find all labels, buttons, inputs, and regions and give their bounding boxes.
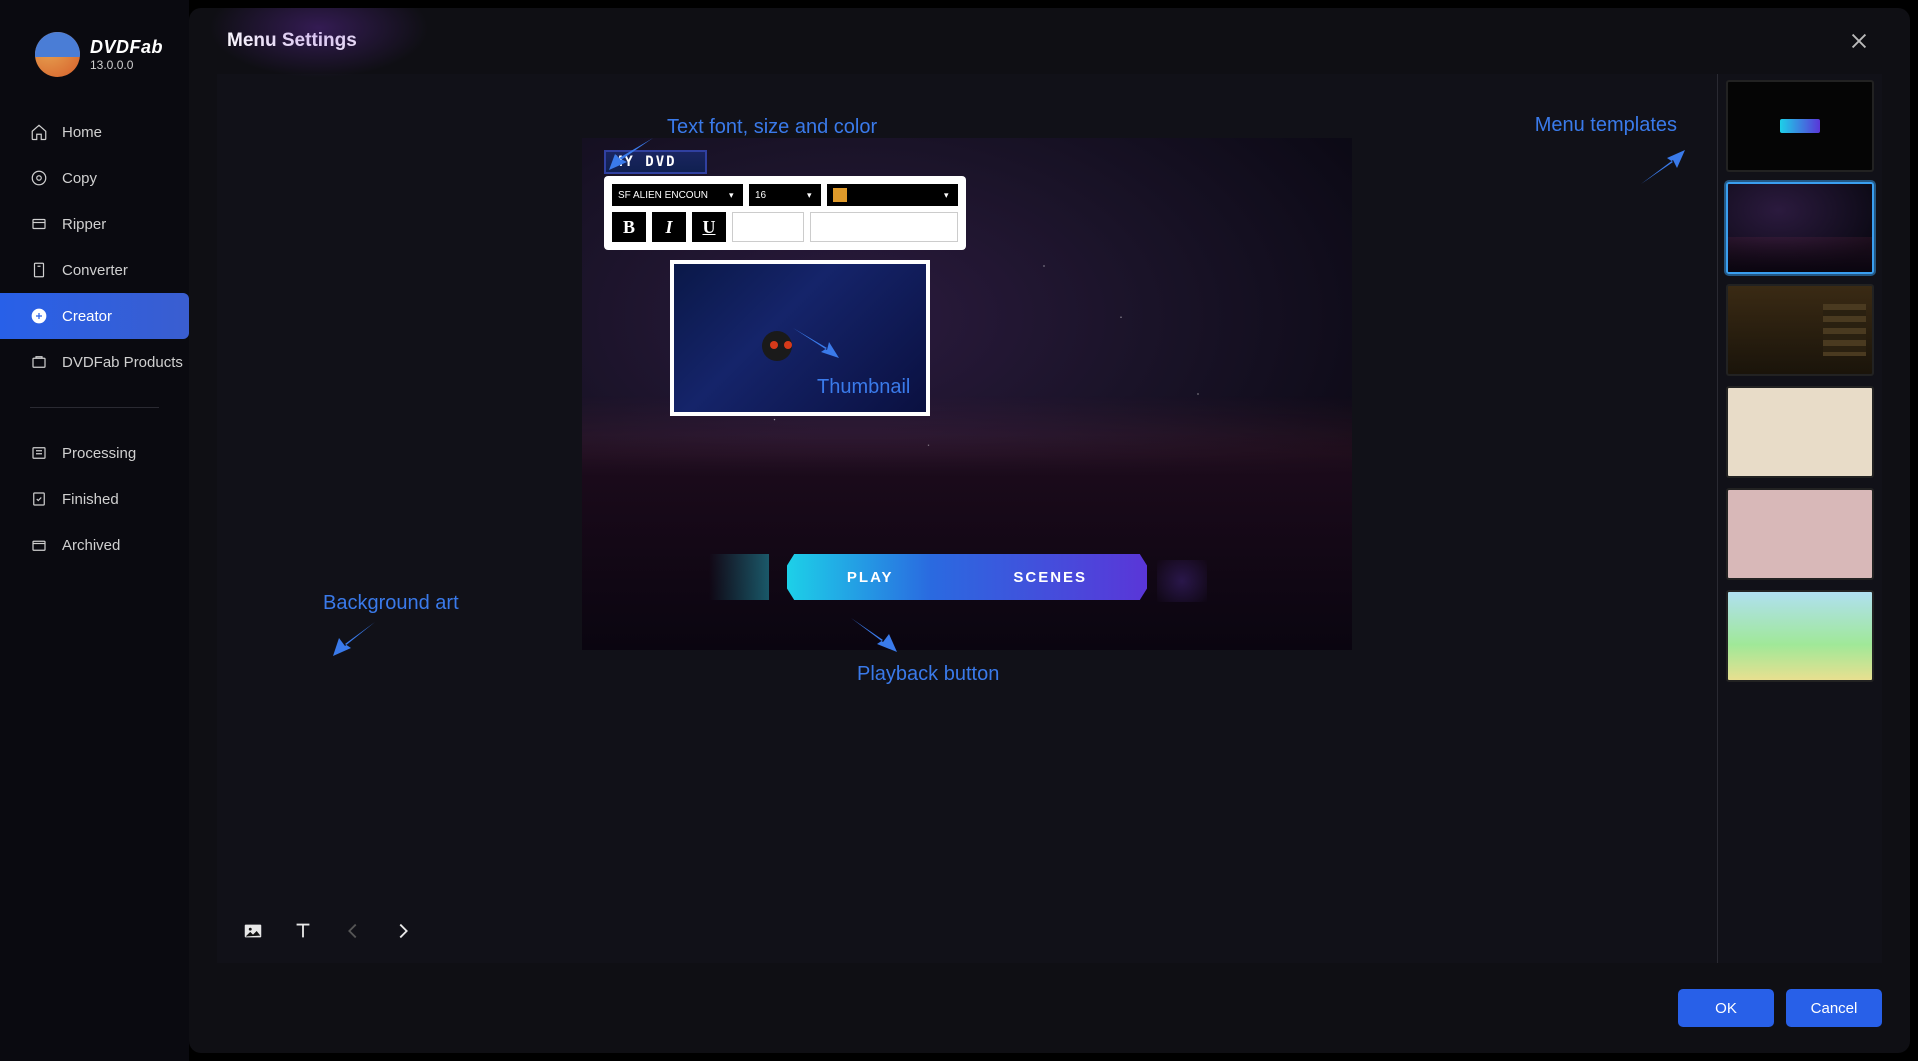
sidebar-item-label: Converter bbox=[62, 262, 128, 279]
sidebar-item-label: Finished bbox=[62, 491, 119, 508]
sidebar-item-creator[interactable]: Creator bbox=[0, 293, 189, 339]
background-art-preview[interactable]: MY DVD SF ALIEN ENCOUN ▾ 16 ▾ bbox=[582, 138, 1352, 650]
play-button[interactable]: PLAY bbox=[847, 569, 894, 586]
sidebar-item-home[interactable]: Home bbox=[0, 109, 189, 155]
preview-wrap: MY DVD SF ALIEN ENCOUN ▾ 16 ▾ bbox=[217, 74, 1717, 899]
font-size-value: 16 bbox=[755, 190, 766, 201]
prev-page-button[interactable] bbox=[341, 919, 365, 943]
font-family-select[interactable]: SF ALIEN ENCOUN ▾ bbox=[612, 184, 743, 206]
dialog-body: MY DVD SF ALIEN ENCOUN ▾ 16 ▾ bbox=[217, 74, 1882, 963]
image-icon bbox=[242, 920, 264, 942]
products-icon bbox=[30, 353, 48, 371]
bold-button[interactable]: B bbox=[612, 212, 646, 242]
sidebar-item-copy[interactable]: Copy bbox=[0, 155, 189, 201]
apply-to-all-button[interactable]: Apply to all bbox=[810, 212, 958, 242]
templates-column bbox=[1718, 74, 1882, 963]
sidebar-item-processing[interactable]: Processing bbox=[0, 430, 189, 476]
copy-icon bbox=[30, 169, 48, 187]
ripper-icon bbox=[30, 215, 48, 233]
annotation-playback: Playback button bbox=[857, 663, 999, 686]
italic-button[interactable]: I bbox=[652, 212, 686, 242]
color-swatch-icon bbox=[833, 188, 847, 202]
sidebar-item-label: Archived bbox=[62, 537, 120, 554]
chevron-down-icon: ▾ bbox=[944, 190, 952, 201]
annotation-bg-art: Background art bbox=[323, 592, 459, 615]
archived-icon bbox=[30, 536, 48, 554]
arrow-icon bbox=[327, 616, 387, 665]
underline-button[interactable]: U bbox=[692, 212, 726, 242]
background-image-button[interactable] bbox=[241, 919, 265, 943]
dialog-footer: OK Cancel bbox=[189, 963, 1910, 1053]
chevron-right-icon bbox=[392, 920, 414, 942]
template-dark-bar[interactable] bbox=[1726, 80, 1874, 172]
app-name: DVDFab bbox=[90, 37, 163, 58]
app-logo-block: DVDFab 13.0.0.0 bbox=[0, 20, 189, 101]
ok-button[interactable]: OK bbox=[1678, 989, 1774, 1027]
creator-icon bbox=[30, 307, 48, 325]
app-logo-icon bbox=[35, 32, 80, 77]
text-icon bbox=[292, 920, 314, 942]
default-style-button[interactable]: Default bbox=[732, 212, 804, 242]
sidebar-divider bbox=[30, 407, 159, 408]
template-film-reel[interactable] bbox=[1726, 284, 1874, 376]
template-starry[interactable] bbox=[1726, 182, 1874, 274]
text-style-toolbar: SF ALIEN ENCOUN ▾ 16 ▾ bbox=[604, 176, 966, 250]
sidebar-item-products[interactable]: DVDFab Products bbox=[0, 339, 189, 385]
font-size-select[interactable]: 16 ▾ bbox=[749, 184, 821, 206]
dialog-title: Menu Settings bbox=[227, 30, 357, 52]
sidebar-item-finished[interactable]: Finished bbox=[0, 476, 189, 522]
annotation-text-style: Text font, size and color bbox=[667, 116, 877, 139]
sidebar-item-archived[interactable]: Archived bbox=[0, 522, 189, 568]
cancel-button[interactable]: Cancel bbox=[1786, 989, 1882, 1027]
font-color-select[interactable]: ▾ bbox=[827, 184, 958, 206]
text-tool-button[interactable] bbox=[291, 919, 315, 943]
home-icon bbox=[30, 123, 48, 141]
sidebar-item-label: Copy bbox=[62, 170, 97, 187]
scenes-button[interactable]: SCENES bbox=[1013, 569, 1087, 586]
dvd-title-text[interactable]: MY DVD bbox=[604, 150, 707, 174]
close-icon bbox=[1848, 30, 1870, 52]
template-pastel-room[interactable] bbox=[1726, 488, 1874, 580]
sidebar-item-label: Ripper bbox=[62, 216, 106, 233]
dialog-header: Menu Settings bbox=[189, 8, 1910, 74]
chevron-down-icon: ▾ bbox=[807, 190, 815, 201]
close-button[interactable] bbox=[1848, 30, 1870, 52]
sidebar-item-converter[interactable]: Converter bbox=[0, 247, 189, 293]
sidebar-item-label: DVDFab Products bbox=[62, 354, 183, 371]
arrow-icon bbox=[1633, 146, 1693, 195]
app-version: 13.0.0.0 bbox=[90, 58, 163, 72]
main-panel: Menu Settings MY DVD SF ALIEN ENCOUN bbox=[189, 8, 1910, 1053]
converter-icon bbox=[30, 261, 48, 279]
chevron-left-icon bbox=[342, 920, 364, 942]
template-cartoon-rainbow[interactable] bbox=[1726, 590, 1874, 682]
bottom-toolbar bbox=[217, 899, 1717, 963]
sidebar-item-label: Home bbox=[62, 124, 102, 141]
sidebar: DVDFab 13.0.0.0 Home Copy Ripper Convert… bbox=[0, 0, 189, 1061]
video-thumbnail[interactable] bbox=[670, 260, 930, 416]
finished-icon bbox=[30, 490, 48, 508]
template-birthday[interactable] bbox=[1726, 386, 1874, 478]
processing-icon bbox=[30, 444, 48, 462]
next-page-button[interactable] bbox=[391, 919, 415, 943]
preview-column: MY DVD SF ALIEN ENCOUN ▾ 16 ▾ bbox=[217, 74, 1718, 963]
playback-bar: PLAY SCENES bbox=[787, 554, 1147, 600]
chevron-down-icon: ▾ bbox=[729, 190, 737, 201]
sidebar-item-label: Creator bbox=[62, 308, 112, 325]
sidebar-item-label: Processing bbox=[62, 445, 136, 462]
font-family-value: SF ALIEN ENCOUN bbox=[618, 190, 708, 201]
annotation-templates: Menu templates bbox=[1535, 114, 1677, 137]
sidebar-item-ripper[interactable]: Ripper bbox=[0, 201, 189, 247]
